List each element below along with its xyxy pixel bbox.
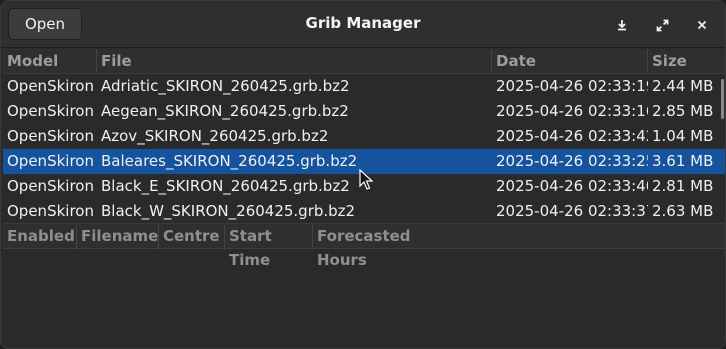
column-header-file[interactable]: File bbox=[97, 49, 492, 74]
cell-model: OpenSkiron bbox=[7, 102, 94, 120]
column-header-model[interactable]: Model bbox=[3, 49, 97, 74]
column-header-date[interactable]: Date bbox=[492, 49, 648, 74]
cell-file: Azov_SKIRON_260425.grb.bz2 bbox=[101, 127, 329, 145]
cell-file: Baleares_SKIRON_260425.grb.bz2 bbox=[101, 152, 358, 170]
cell-date: 2025-04-26 02:33:25 bbox=[496, 152, 648, 170]
cell-model: OpenSkiron bbox=[7, 202, 94, 220]
files-table-header: Model File Date Size bbox=[3, 49, 725, 74]
cell-size: 2.63 MB bbox=[652, 202, 714, 220]
cell-model: OpenSkiron bbox=[7, 127, 94, 145]
cell-file: Black_W_SKIRON_260425.grb.bz2 bbox=[101, 202, 356, 220]
table-row[interactable]: OpenSkiron Azov_SKIRON_260425.grb.bz2 2025… bbox=[3, 124, 725, 149]
column-header-filename[interactable]: Filename bbox=[77, 224, 159, 249]
grib-manager-window: Open Grib Manager Model File Date Size O… bbox=[0, 0, 726, 349]
table-row[interactable]: OpenSkiron Adriatic_SKIRON_260425.grb.bz2… bbox=[3, 74, 725, 99]
cell-model: OpenSkiron bbox=[7, 177, 94, 195]
cell-size: 2.81 MB bbox=[652, 177, 714, 195]
cell-file: Aegean_SKIRON_260425.grb.bz2 bbox=[101, 102, 349, 120]
download-icon bbox=[618, 20, 626, 31]
cell-date: 2025-04-26 02:33:19 bbox=[496, 77, 648, 95]
vertical-scrollbar[interactable] bbox=[721, 79, 724, 119]
cell-size: 3.61 MB bbox=[652, 152, 714, 170]
column-header-centre[interactable]: Centre bbox=[159, 224, 225, 249]
maximize-icon bbox=[656, 19, 668, 31]
cell-file: Adriatic_SKIRON_260425.grb.bz2 bbox=[101, 77, 350, 95]
cell-size: 2.44 MB bbox=[652, 77, 714, 95]
column-header-enabled[interactable]: Enabled bbox=[3, 224, 77, 249]
cell-model: OpenSkiron bbox=[7, 152, 94, 170]
loaded-table-header: Enabled Filename Centre Start Time Forec… bbox=[3, 224, 725, 269]
header-bar: Open Grib Manager bbox=[1, 1, 725, 48]
close-button[interactable] bbox=[690, 13, 714, 37]
grib-files-list[interactable]: Model File Date Size OpenSkiron Adriatic_… bbox=[3, 49, 725, 223]
download-button[interactable] bbox=[610, 13, 634, 37]
column-header-size[interactable]: Size bbox=[648, 49, 725, 74]
close-icon bbox=[697, 20, 707, 30]
table-row[interactable]: OpenSkiron Black_W_SKIRON_260425.grb.bz2 2… bbox=[3, 199, 725, 223]
cell-size: 2.85 MB bbox=[652, 102, 714, 120]
loaded-gribs-list[interactable]: Enabled Filename Centre Start Time Forec… bbox=[3, 223, 725, 348]
cell-size: 1.04 MB bbox=[652, 127, 714, 145]
cell-date: 2025-04-26 02:33:42 bbox=[496, 127, 648, 145]
cell-date: 2025-04-26 02:33:40 bbox=[496, 177, 648, 195]
table-row[interactable]: OpenSkiron Aegean_SKIRON_260425.grb.bz2 20… bbox=[3, 99, 725, 124]
cell-model: OpenSkiron bbox=[7, 77, 94, 95]
column-header-start-time[interactable]: Start Time bbox=[225, 224, 313, 269]
maximize-button[interactable] bbox=[650, 13, 674, 37]
column-header-forecasted-hours[interactable]: Forecasted Hours bbox=[313, 224, 463, 269]
cell-file: Black_E_SKIRON_260425.grb.bz2 bbox=[101, 177, 350, 195]
cell-date: 2025-04-26 02:33:37 bbox=[496, 202, 648, 220]
mouse-cursor-icon bbox=[359, 169, 373, 190]
cell-date: 2025-04-26 02:33:16 bbox=[496, 102, 648, 120]
